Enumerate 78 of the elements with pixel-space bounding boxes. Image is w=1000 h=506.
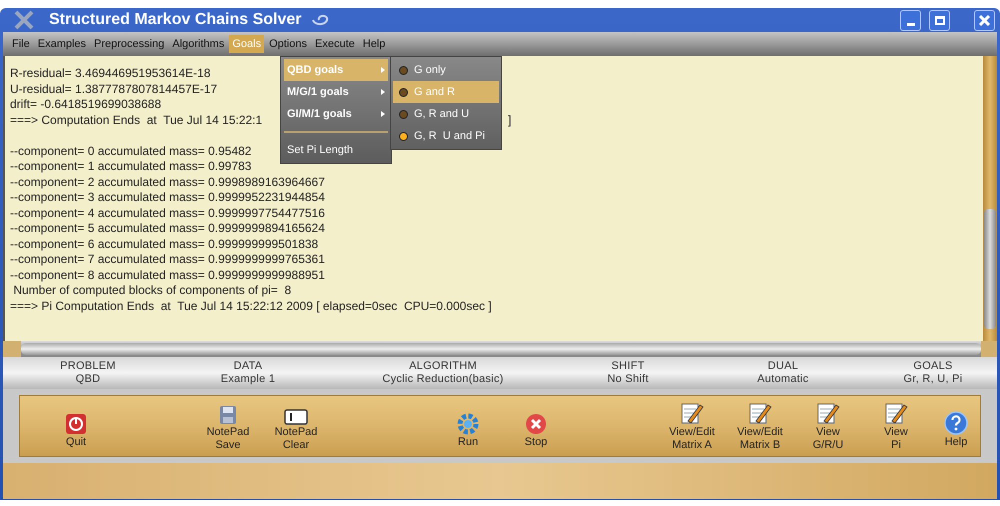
- toolbar-button[interactable]: NotePad Save: [198, 400, 258, 452]
- status-value: Example 1: [220, 373, 276, 386]
- output-line: --component= 4 accumulated mass= 0.9999997754477516: [10, 206, 325, 221]
- status-heading: DUAL: [768, 360, 798, 373]
- close-icon: [979, 14, 990, 26]
- menu-item[interactable]: Options: [266, 35, 310, 53]
- output-line: R-residual= 3.469446951953614E-18: [10, 66, 210, 82]
- status-heading: ALGORITHM: [409, 360, 477, 373]
- submenu-arrow-icon: [381, 111, 385, 117]
- output-line: --component= 7 accumulated mass= 0.9999999999765361: [10, 252, 325, 268]
- gear-icon: [457, 413, 479, 435]
- radio-button[interactable]: [399, 110, 408, 118]
- status-value: Automatic: [757, 373, 809, 386]
- close-button[interactable]: [974, 10, 995, 30]
- output-line: U-residual= 1.3877787807814457E-17: [10, 82, 218, 97]
- status-value: Cyclic Reduction(basic): [382, 373, 504, 386]
- menu-item[interactable]: GI/M/1 goals: [284, 103, 388, 125]
- notepad-pencil-icon: [748, 401, 772, 425]
- menu-item[interactable]: G only: [393, 59, 499, 81]
- toolbar-button[interactable]: NotePad Clear: [266, 400, 326, 452]
- status-value: QBD: [76, 373, 100, 386]
- notepad-pencil-icon: [816, 401, 840, 425]
- toolbar-button[interactable]: View G/R/U: [798, 400, 858, 452]
- minimize-button[interactable]: [900, 10, 921, 30]
- output-line: ===> Computation Ends at Tue Jul 14 15:22:1: [10, 112, 262, 128]
- menu-item[interactable]: Set Pi Length: [284, 139, 388, 161]
- toolbar-button[interactable]: Help: [926, 400, 986, 452]
- status-value: No Shift: [607, 373, 649, 386]
- menu-item[interactable]: Preprocessing: [91, 35, 168, 53]
- output-line: --component= 8 accumulated mass= 0.9999999999988951: [10, 268, 325, 283]
- output-line: --component= 1 accumulated mass= 0.99783: [10, 159, 252, 174]
- output-line: --component= 2 accumulated mass= 0.9998989163964667: [10, 174, 325, 190]
- output-line: --component= 5 accumulated mass= 0.9999999894165624: [10, 221, 325, 236]
- output-line: --component= 6 accumulated mass= 0.999999999501838: [10, 236, 318, 252]
- menu-item[interactable]: File: [9, 35, 33, 53]
- menu-item[interactable]: Algorithms: [169, 35, 228, 53]
- toolbar-button[interactable]: View/Edit Matrix A: [662, 400, 722, 452]
- radio-button[interactable]: [399, 132, 408, 140]
- window-title: Structured Markov Chains Solver: [49, 10, 302, 30]
- radio-button[interactable]: [399, 88, 408, 96]
- x-logo-icon: [13, 10, 35, 30]
- submenu-arrow-icon: [381, 89, 385, 95]
- vertical-scrollbar[interactable]: [983, 56, 997, 341]
- stop-icon: [525, 413, 547, 435]
- radio-button[interactable]: [399, 66, 408, 74]
- scroll-thumb[interactable]: [984, 209, 996, 329]
- scroll-thumb[interactable]: [21, 343, 981, 355]
- output-line: --component= 3 accumulated mass= 0.9999952231944854: [10, 190, 325, 206]
- menu-item[interactable]: G, R U and Pi: [393, 125, 499, 147]
- menu-item[interactable]: Examples: [34, 35, 90, 53]
- swirl-icon: [310, 13, 330, 27]
- toolbar-button[interactable]: View/Edit Matrix B: [730, 400, 790, 452]
- power-icon: [65, 413, 87, 435]
- status-value: Gr, R, U, Pi: [904, 373, 962, 386]
- toolbar-button[interactable]: Run: [438, 400, 498, 452]
- maximize-button[interactable]: [929, 10, 950, 30]
- output-line: ===> Pi Computation Ends at Tue Jul 14 15:22:12 2009 [ elapsed=0sec CPU=0.000sec ]: [10, 298, 492, 314]
- output-line: drift= -0.6418519699038688: [10, 97, 162, 112]
- menu-item[interactable]: M/G/1 goals: [284, 81, 388, 103]
- toolbar-button[interactable]: View Pi: [866, 400, 926, 452]
- output-line: ]: [508, 112, 512, 128]
- menu-item[interactable]: Execute: [312, 35, 358, 53]
- help-icon: [944, 411, 968, 435]
- toolbar-button[interactable]: Quit: [46, 400, 106, 452]
- status-heading: SHIFT: [611, 360, 645, 373]
- status-heading: DATA: [234, 360, 262, 373]
- output-line: --component= 0 accumulated mass= 0.95482: [10, 144, 252, 159]
- submenu-arrow-icon: [381, 67, 385, 73]
- status-heading: PROBLEM: [60, 360, 116, 373]
- menu-item[interactable]: Help: [360, 35, 388, 53]
- notepad-pencil-icon: [680, 401, 704, 425]
- horizontal-scrollbar[interactable]: [3, 341, 997, 357]
- status-heading: GOALS: [913, 360, 953, 373]
- menu-item[interactable]: G, R and U: [393, 103, 499, 125]
- notepad-pencil-icon: [884, 401, 908, 425]
- toolbar-button[interactable]: Stop: [506, 400, 566, 452]
- notepad-icon: [284, 409, 308, 425]
- output-line: Number of computed blocks of components of pi= 8: [12, 283, 292, 298]
